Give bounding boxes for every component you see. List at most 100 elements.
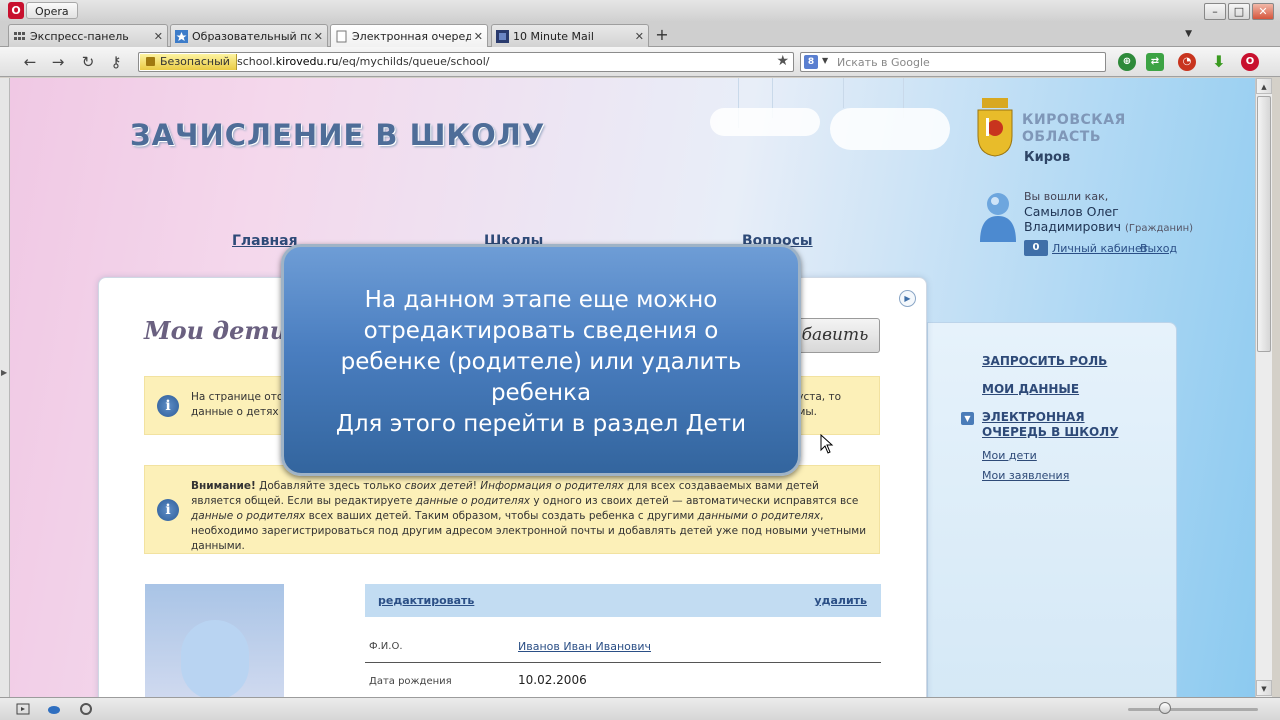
tab-close-icon[interactable]: ✕ [154, 30, 163, 43]
tab-title: Электронная очередь : ... [352, 29, 471, 43]
city-name: Киров [1024, 150, 1071, 165]
logout-link[interactable]: Выход [1140, 242, 1177, 255]
active-menu-chevron-icon: ▼ [961, 412, 974, 425]
address-bar[interactable]: Безопасный school.kirovedu.ru/eq/mychild… [138, 52, 794, 72]
side-menu-electronic-queue[interactable]: ЭЛЕКТРОННАЯ ОЧЕРЕДЬ В ШКОЛУ [982, 410, 1118, 440]
translate-icon[interactable]: ⇄ [1146, 53, 1164, 71]
secure-label: Безопасный [160, 55, 230, 68]
tab-speed-dial[interactable]: Экспресс-панель ✕ [8, 24, 168, 47]
child-card-header: редактировать удалить [365, 584, 881, 617]
warning-text-fragment: данные о родителях [415, 495, 531, 507]
edit-child-link[interactable]: редактировать [378, 594, 474, 607]
tab-close-icon[interactable]: ✕ [474, 30, 483, 43]
region-line: ОБЛАСТЬ [1022, 129, 1102, 145]
opera-menu-button[interactable]: Opera [26, 2, 78, 19]
tab-list-chevron-icon[interactable]: ▼ [1185, 29, 1192, 39]
overlay-line: отредактировать сведения о [363, 318, 719, 344]
search-input[interactable]: 8 ▼ Искать в Google [800, 52, 1106, 72]
maximize-button[interactable]: □ [1228, 3, 1250, 20]
status-bar [0, 697, 1280, 720]
scroll-up-icon[interactable]: ▲ [1256, 78, 1272, 94]
panel-toggle-strip[interactable]: ▶ [0, 78, 10, 697]
panel-toggle-icon[interactable] [16, 702, 30, 716]
search-placeholder: Искать в Google [837, 56, 930, 69]
nav-home-link[interactable]: Главная [232, 233, 298, 249]
page-favicon-icon [336, 30, 347, 42]
forward-icon[interactable]: → [48, 52, 68, 72]
bookmark-star-icon[interactable]: ★ [776, 53, 789, 69]
new-tab-button[interactable]: + [652, 25, 672, 44]
url-path: /eq/mychilds/queue/school/ [338, 55, 490, 68]
region-line: КИРОВСКАЯ [1022, 112, 1126, 128]
window-controls: – □ ✕ [1204, 3, 1274, 20]
personal-cabinet-link[interactable]: Личный кабинет [1052, 242, 1148, 255]
side-menu-my-children[interactable]: Мои дети [982, 448, 1037, 463]
fio-label: Ф.И.О. [369, 641, 403, 652]
overlay-line: На данном этапе еще можно [364, 287, 718, 313]
vertical-scrollbar[interactable]: ▲ ▼ [1255, 78, 1272, 697]
warning-notice: i Внимание! Добавляйте здесь только свои… [144, 465, 880, 554]
back-icon[interactable]: ← [20, 52, 40, 72]
fio-value-link[interactable]: Иванов Иван Иванович [518, 640, 651, 653]
child-silhouette [181, 620, 249, 697]
overlay-line: ребенка [490, 380, 592, 406]
info-icon: i [157, 499, 179, 521]
url-text: school.kirovedu.ru/eq/mychilds/queue/sch… [237, 55, 490, 68]
user-name-line: Владимирович [1024, 219, 1122, 234]
my-children-heading: Мои дети [144, 316, 288, 345]
grid-icon [14, 31, 25, 40]
birth-date-label: Дата рождения [369, 676, 452, 687]
navigation-toolbar: ← → ↻ ⚷ Безопасный school.kirovedu.ru/eq… [0, 47, 1280, 77]
download-icon[interactable]: ⬇ [1210, 53, 1228, 71]
warning-text-fragment: своих детей [404, 480, 473, 492]
tab-edu-portal[interactable]: Образовательный порт... ✕ [170, 24, 328, 47]
turbo-icon[interactable] [79, 702, 93, 716]
panel-arrow-icon[interactable]: ▶ [1, 368, 7, 377]
minimize-button[interactable]: – [1204, 3, 1226, 20]
page-title: ЗАЧИСЛЕНИЕ В ШКОЛУ [130, 118, 546, 152]
coat-of-arms-icon [977, 98, 1013, 157]
info-icon: i [157, 395, 179, 417]
mouse-cursor-icon [820, 434, 834, 454]
overlay-line: ребенке (родителе) или удалить [340, 349, 742, 375]
warning-text-fragment: данные о родителях [191, 510, 306, 522]
attention-label: Внимание! [191, 480, 256, 492]
user-name-line: Самылов Олег [1024, 204, 1119, 219]
extension-icon[interactable]: ⊕ [1118, 53, 1136, 71]
url-prefix: school. [237, 55, 276, 68]
notice-text-fragment: уста, то [797, 391, 841, 403]
play-icon[interactable]: ▶ [899, 290, 916, 307]
tab-close-icon[interactable]: ✕ [635, 30, 644, 43]
birth-date-value: 10.02.2006 [518, 673, 587, 687]
side-menu-request-role[interactable]: ЗАПРОСИТЬ РОЛЬ [982, 354, 1107, 369]
opera-button-icon[interactable]: O [1241, 53, 1259, 71]
speed-icon[interactable]: ◔ [1178, 53, 1196, 71]
tab-10-minute-mail[interactable]: 10 Minute Mail ✕ [491, 24, 649, 47]
warning-text-fragment: данными о родителях [697, 510, 821, 522]
search-engine-icon[interactable]: 8 [804, 55, 818, 69]
scrollbar-thumb[interactable] [1257, 96, 1271, 352]
user-role: (Гражданин) [1125, 223, 1194, 234]
tab-close-icon[interactable]: ✕ [314, 30, 323, 43]
notice-text-fragment: данные о детях в [191, 406, 289, 418]
tab-electronic-queue[interactable]: Электронная очередь : ... ✕ [330, 24, 488, 47]
reload-icon[interactable]: ↻ [78, 52, 98, 72]
opera-logo-icon[interactable]: O [8, 2, 24, 19]
secure-badge[interactable]: Безопасный [140, 54, 237, 70]
cloud-string [843, 78, 844, 108]
search-engine-chevron-icon[interactable]: ▼ [822, 56, 828, 65]
zoom-slider-handle[interactable] [1159, 702, 1171, 714]
zoom-slider-track[interactable] [1128, 708, 1258, 711]
warning-text-fragment: Информация о родителях [480, 480, 624, 492]
close-window-button[interactable]: ✕ [1252, 3, 1274, 20]
scroll-down-icon[interactable]: ▼ [1256, 680, 1272, 696]
delete-child-link[interactable]: удалить [814, 594, 867, 607]
tab-title: Экспресс-панель [30, 29, 129, 43]
side-panel [927, 322, 1177, 697]
user-avatar-icon [980, 193, 1016, 242]
side-menu-my-data[interactable]: МОИ ДАННЫЕ [982, 382, 1079, 397]
key-icon[interactable]: ⚷ [106, 52, 126, 72]
side-menu-my-applications[interactable]: Мои заявления [982, 468, 1069, 483]
cabinet-count-badge[interactable]: 0 [1024, 240, 1048, 256]
cloud-sync-icon[interactable] [47, 702, 61, 716]
